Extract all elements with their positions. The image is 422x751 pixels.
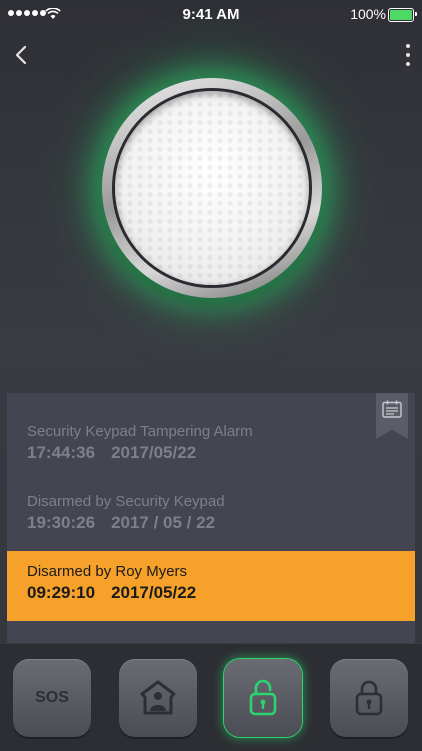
- log-entry[interactable]: Disarmed by Security Keypad 19:30:26 2017…: [7, 485, 415, 545]
- dial-face: [115, 91, 309, 285]
- sos-label: SOS: [35, 689, 69, 706]
- log-entry-date: 2017/05/22: [111, 583, 197, 602]
- status-bar: 9:41 AM 100%: [0, 0, 422, 28]
- vertical-ellipsis-icon: [406, 44, 410, 48]
- log-entry-title: Disarmed by Roy Myers: [27, 563, 188, 580]
- log-entry[interactable]: Security Keypad Tampering Alarm 17:44:36…: [7, 415, 415, 475]
- log-entry-timestamp: 17:44:36 2017/05/22: [27, 443, 196, 463]
- battery-percentage: 100%: [350, 6, 386, 22]
- log-entry-timestamp: 19:30:26 2017 / 05 / 22: [27, 513, 215, 533]
- event-log-panel: Security Keypad Tampering Alarm 17:44:36…: [7, 393, 415, 643]
- log-entry-time: 17:44:36: [27, 443, 96, 462]
- log-entry-date: 2017 / 05 / 22: [111, 513, 216, 532]
- log-entry-time: 19:30:26: [27, 513, 96, 532]
- arm-button[interactable]: [330, 659, 408, 737]
- battery-icon: [388, 8, 417, 22]
- log-entry-selected[interactable]: Disarmed by Roy Myers 09:29:10 2017/05/22: [7, 551, 415, 621]
- log-entry-title: Security Keypad Tampering Alarm: [27, 423, 253, 440]
- sos-button[interactable]: SOS: [13, 659, 91, 737]
- log-entry-time: 09:29:10: [27, 583, 96, 602]
- log-entry-title: Disarmed by Security Keypad: [27, 493, 225, 510]
- disarm-button[interactable]: [224, 659, 302, 737]
- lock-dial[interactable]: [102, 78, 322, 298]
- more-options-button[interactable]: [402, 44, 414, 66]
- home-person-icon: [140, 680, 176, 715]
- back-button[interactable]: [10, 42, 34, 68]
- home-mode-button[interactable]: [119, 659, 197, 737]
- unlocked-padlock-icon: [249, 679, 277, 716]
- control-bar: SOS: [0, 643, 422, 751]
- log-entry-date: 2017/05/22: [111, 443, 197, 462]
- log-entry-timestamp: 09:29:10 2017/05/22: [27, 583, 196, 603]
- locked-padlock-icon: [355, 680, 383, 716]
- chevron-left-icon: [15, 45, 27, 65]
